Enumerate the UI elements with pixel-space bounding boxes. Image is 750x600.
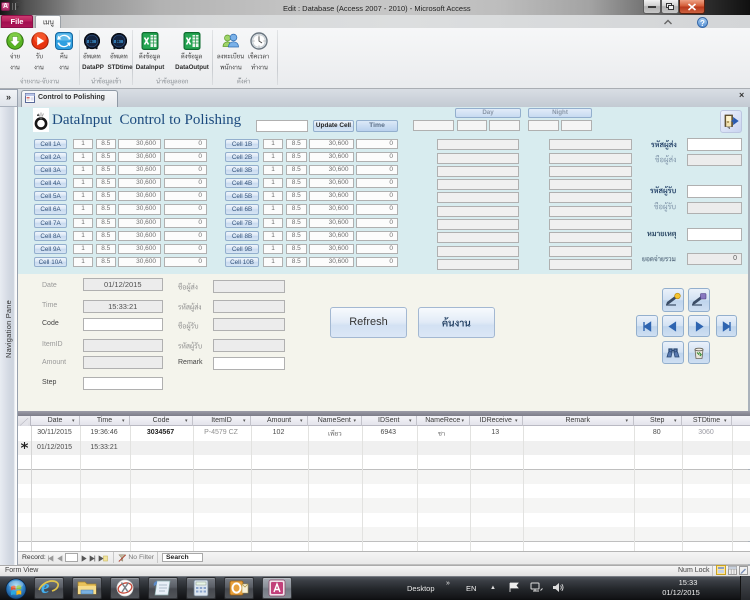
svg-text:8:30: 8:30 [114,38,124,44]
svg-text:8:30: 8:30 [87,38,97,44]
